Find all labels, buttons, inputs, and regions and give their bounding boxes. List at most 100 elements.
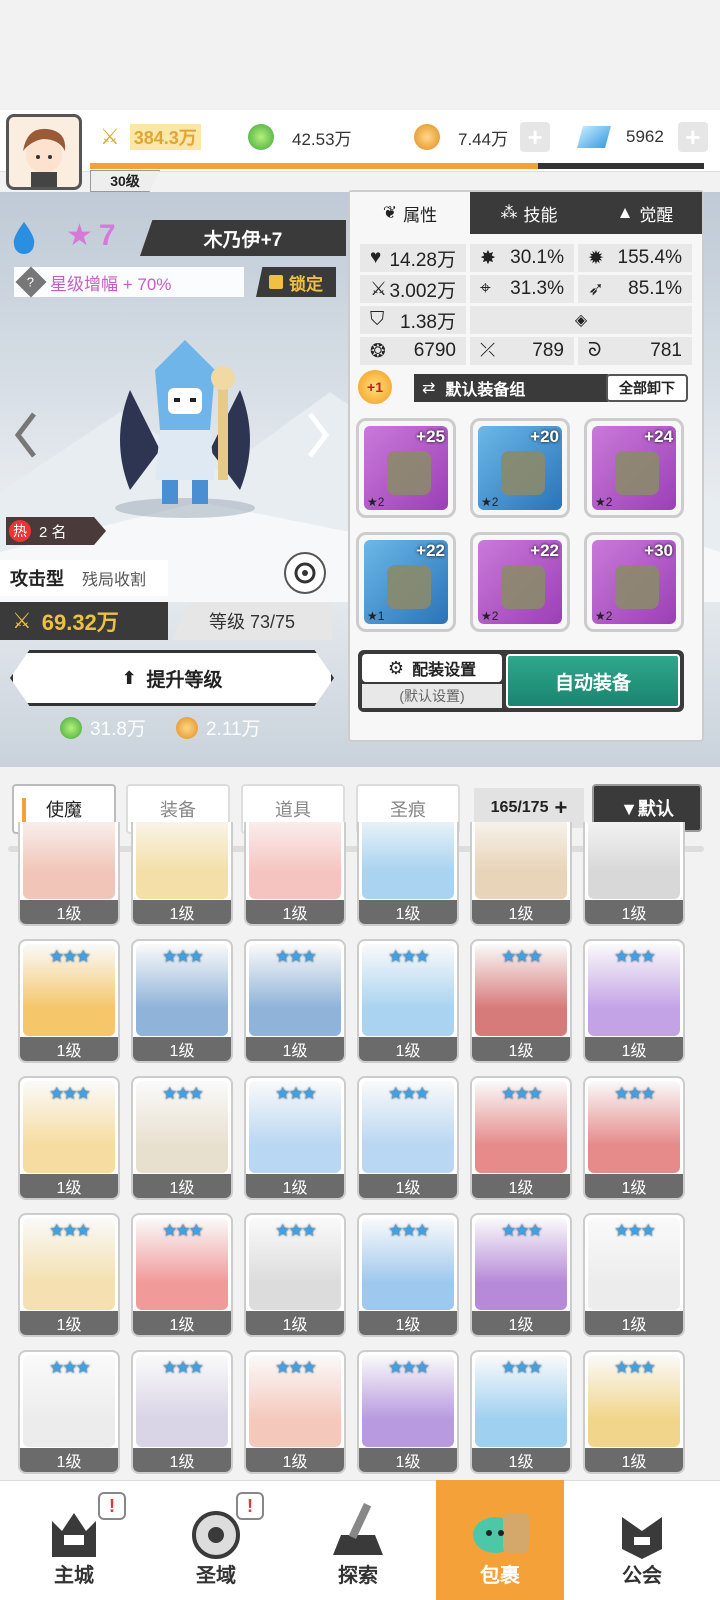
familiar-level: 1级 [359, 1037, 457, 1061]
familiar-card[interactable]: ★★★ 1级 [470, 939, 572, 1063]
hero-star-display: ★ 7 [66, 218, 116, 253]
familiar-card[interactable]: ★★★ 1级 [470, 1350, 572, 1474]
familiar-portrait [588, 822, 680, 899]
familiar-stars: ★★★ [388, 1221, 430, 1240]
familiar-level: 1级 [359, 900, 457, 924]
familiar-card[interactable]: 1级 [244, 822, 346, 926]
equipment-slot[interactable]: +30 ★2 [584, 532, 684, 632]
helmet-icon [501, 451, 545, 495]
familiar-level: 1级 [472, 1448, 570, 1472]
familiar-portrait [23, 822, 115, 899]
familiar-level: 1级 [133, 1311, 231, 1335]
familiar-level: 1级 [20, 900, 118, 924]
rotate-icon [294, 562, 316, 584]
config-button[interactable]: ⚙ 配装设置 [362, 654, 502, 682]
familiar-card[interactable]: ★★★ 1级 [244, 1076, 346, 1200]
familiar-card[interactable]: ★★★ 1级 [131, 1213, 233, 1337]
player-avatar[interactable] [6, 114, 82, 190]
familiar-card[interactable]: 1级 [18, 822, 120, 926]
equipment-slot[interactable]: +22 ★1 [356, 532, 456, 632]
castle-icon [52, 1513, 96, 1557]
rotate-view-button[interactable] [284, 552, 326, 594]
familiar-card[interactable]: 1级 [470, 822, 572, 926]
tab-awaken[interactable]: ▲ 觉醒 [588, 192, 702, 234]
familiar-card[interactable]: 1级 [583, 822, 685, 926]
familiar-portrait [136, 822, 228, 899]
hero-star-value: 7 [98, 218, 116, 252]
familiar-level: 1级 [20, 1311, 118, 1335]
familiar-stars: ★★★ [49, 1084, 91, 1103]
auto-equip-button[interactable]: 自动装备 [506, 654, 680, 708]
familiar-card[interactable]: ★★★ 1级 [18, 1076, 120, 1200]
equip-set-selector[interactable]: ⇄ 默认装备组 [414, 374, 608, 402]
familiar-card[interactable]: ★★★ 1级 [244, 1213, 346, 1337]
tab-skills[interactable]: ⁂ 技能 [470, 192, 588, 234]
cost-green-value: 31.8万 [90, 719, 146, 740]
familiar-level: 1级 [472, 900, 570, 924]
familiar-level: 1级 [20, 1037, 118, 1061]
familiar-card[interactable]: ★★★ 1级 [583, 1350, 685, 1474]
necklace-icon [501, 565, 545, 609]
add-gem-button[interactable]: + [677, 122, 708, 152]
familiar-card[interactable]: ★★★ 1级 [583, 1213, 685, 1337]
unequip-all-button[interactable]: 全部卸下 [606, 374, 688, 402]
equipment-plus: +24 [644, 427, 673, 446]
help-icon[interactable]: ? [15, 266, 47, 298]
nav-explore[interactable]: 探索 [294, 1488, 422, 1600]
nav-guild[interactable]: 公会 [578, 1488, 706, 1600]
panel-tabs: ❦ 属性 ⁂ 技能 ▲ 觉醒 [350, 192, 702, 234]
familiar-card[interactable]: ★★★ 1级 [357, 1350, 459, 1474]
player-level: 30级 [90, 170, 160, 192]
prev-hero-arrow[interactable] [14, 410, 38, 460]
equipment-slot[interactable]: +20 ★2 [470, 418, 570, 518]
familiar-card[interactable]: ★★★ 1级 [18, 1213, 120, 1337]
stat-locked-slot[interactable]: ◈ [470, 306, 692, 334]
swap-icon: ⇄ [422, 380, 436, 397]
familiar-card[interactable]: ★★★ 1级 [583, 1076, 685, 1200]
familiar-stars: ★★★ [501, 1358, 543, 1377]
familiar-card[interactable]: ★★★ 1级 [244, 1350, 346, 1474]
equipment-stars: ★2 [367, 495, 385, 509]
familiar-card[interactable]: ★★★ 1级 [470, 1076, 572, 1200]
avatar-portrait-icon [23, 128, 66, 187]
familiar-level: 1级 [585, 1311, 683, 1335]
familiar-level: 1级 [585, 1174, 683, 1198]
familiar-card[interactable]: ★★★ 1级 [131, 1076, 233, 1200]
add-gold-button[interactable]: + [520, 122, 551, 152]
familiar-card[interactable]: ★★★ 1级 [18, 939, 120, 1063]
familiar-card[interactable]: ★★★ 1级 [357, 939, 459, 1063]
sword-icon [387, 451, 431, 495]
familiar-card[interactable]: ★★★ 1级 [131, 939, 233, 1063]
familiar-card[interactable]: ★★★ 1级 [18, 1350, 120, 1474]
equipment-plus: +22 [530, 541, 559, 560]
gear-icon: ⚙ [387, 657, 405, 678]
stats-grid: ♥ 14.28万 ✸ 30.1% ✹ 155.4% ⚔ 3.002万 ⌖ 31.3% ➶ 8… [360, 244, 694, 365]
familiar-card[interactable]: 1级 [131, 822, 233, 926]
equipment-plus: +20 [530, 427, 559, 446]
familiar-card[interactable]: ★★★ 1级 [131, 1350, 233, 1474]
familiar-card[interactable]: ★★★ 1级 [583, 939, 685, 1063]
upgrade-level-button[interactable]: ⬆ 提升等级 [10, 650, 334, 706]
familiar-stars: ★★★ [162, 1084, 204, 1103]
cost-gold-value: 2.11万 [205, 719, 261, 740]
equipment-slot[interactable]: +22 ★2 [470, 532, 570, 632]
familiar-card[interactable]: ★★★ 1级 [357, 1076, 459, 1200]
next-hero-arrow[interactable] [306, 410, 330, 460]
tab-attributes[interactable]: ❦ 属性 [350, 192, 470, 234]
familiar-card[interactable]: ★★★ 1级 [470, 1213, 572, 1337]
familiar-card[interactable]: ★★★ 1级 [244, 939, 346, 1063]
crossed-swords-icon: ⚔ [12, 608, 32, 633]
equipment-slot[interactable]: +25 ★2 [356, 418, 456, 518]
alert-badge: ! [236, 1492, 264, 1520]
familiar-level: 1级 [585, 900, 683, 924]
stat-extra-2: ⤫ 789 [470, 337, 574, 365]
lock-button[interactable]: 锁定 [256, 267, 336, 297]
hero-detail-panel: ❦ 属性 ⁂ 技能 ▲ 觉醒 ♥ 14.28万 ✸ 30.1% ✹ 155.4% ⚔ 3.00… [348, 190, 704, 742]
stat-extra-3: ᘐ 781 [578, 337, 692, 365]
familiar-card[interactable]: ★★★ 1级 [357, 1213, 459, 1337]
dodge-icon: ⤫ [480, 340, 496, 361]
equipment-stars: ★2 [595, 495, 613, 509]
familiar-card[interactable]: 1级 [357, 822, 459, 926]
nav-bag[interactable]: 包裹 [436, 1480, 564, 1600]
equipment-slot[interactable]: +24 ★2 [584, 418, 684, 518]
